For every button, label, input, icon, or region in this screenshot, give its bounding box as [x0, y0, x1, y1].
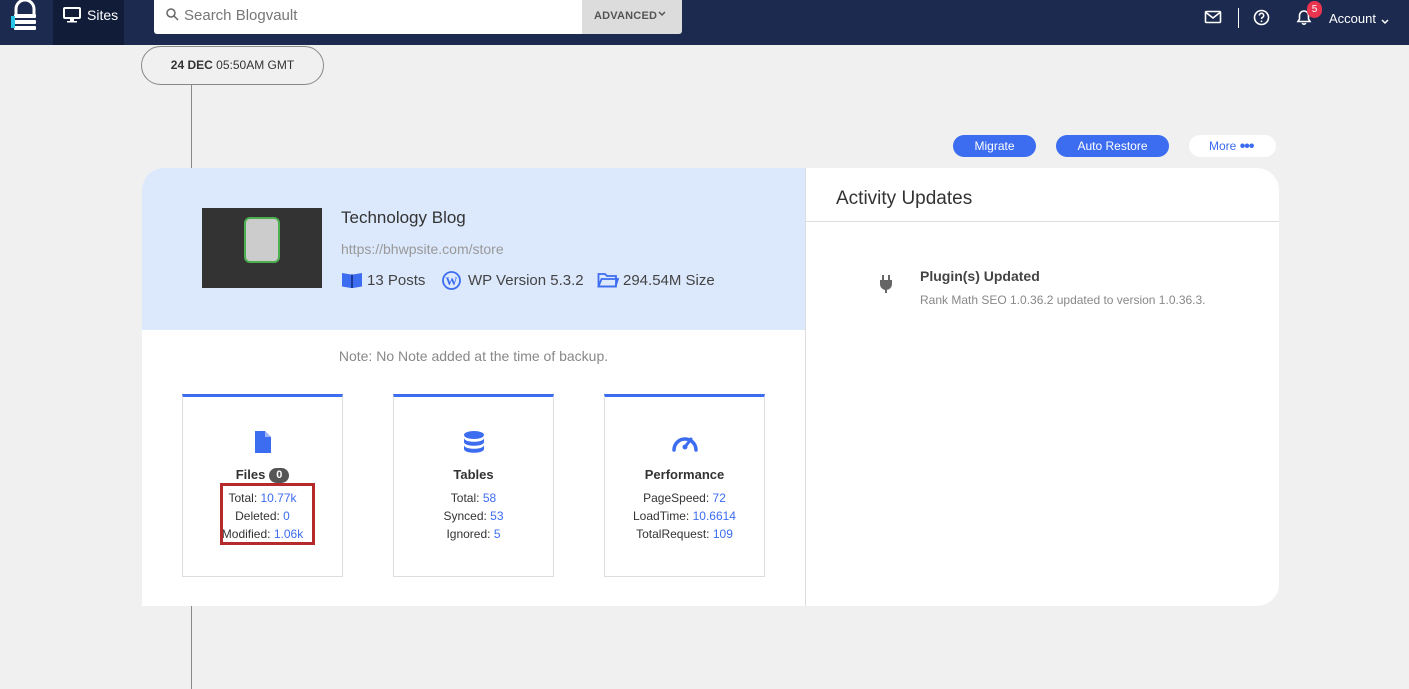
files-title: Files 0	[183, 467, 342, 483]
book-icon	[341, 271, 363, 293]
thumbnail-preview	[244, 217, 280, 263]
performance-stats: PageSpeed: 72 LoadTime: 10.6614 TotalReq…	[605, 489, 764, 543]
notification-count-badge: 5	[1307, 1, 1322, 18]
plug-icon	[878, 274, 894, 299]
loadtime-value[interactable]: 10.6614	[693, 509, 736, 523]
folder-icon	[597, 271, 620, 293]
backup-time: 05:50AM GMT	[216, 58, 295, 72]
pagespeed-value[interactable]: 72	[713, 491, 726, 505]
backup-date-pill[interactable]: 24 DEC 05:50AM GMT	[141, 46, 324, 85]
tables-synced-row: Synced: 53	[394, 507, 553, 525]
tables-ignored-row: Ignored: 5	[394, 525, 553, 543]
pagespeed-row: PageSpeed: 72	[605, 489, 764, 507]
file-icon	[183, 430, 342, 459]
tables-synced-label: Synced:	[443, 509, 487, 523]
chevron-down-icon	[657, 9, 667, 22]
site-title: Technology Blog	[341, 208, 466, 227]
database-icon	[394, 430, 553, 459]
mail-icon[interactable]	[1204, 9, 1222, 30]
backup-card: Technology Blog https://bhwpsite.com/sto…	[142, 168, 1279, 606]
backup-note: Note: No Note added at the time of backu…	[338, 348, 609, 364]
tables-ignored-value[interactable]: 5	[494, 527, 501, 541]
top-navbar: Sites Search Blogvault ADVANCED 5 Accoun…	[0, 0, 1409, 45]
wordpress-icon: W	[442, 271, 461, 294]
advanced-search-button[interactable]: ADVANCED	[582, 0, 682, 34]
pagespeed-label: PageSpeed:	[643, 491, 710, 505]
auto-restore-button[interactable]: Auto Restore	[1056, 135, 1169, 157]
activity-header-divider	[806, 221, 1279, 222]
tables-title: Tables	[453, 467, 494, 482]
performance-stat-card[interactable]: Performance PageSpeed: 72 LoadTime: 10.6…	[604, 394, 765, 577]
annotation-highlight-box	[220, 483, 315, 545]
tables-synced-value[interactable]: 53	[490, 509, 503, 523]
blogvault-logo[interactable]	[8, 0, 46, 36]
performance-title: Performance	[644, 467, 725, 482]
panel-divider	[805, 168, 806, 606]
site-header: Technology Blog https://bhwpsite.com/sto…	[142, 168, 805, 330]
timeline-line	[191, 606, 192, 689]
loadtime-label: LoadTime:	[633, 509, 690, 523]
tables-stat-card[interactable]: Tables Total: 58 Synced: 53 Ignored: 5	[393, 394, 554, 577]
more-label: More	[1209, 139, 1237, 153]
site-url[interactable]: https://bhwpsite.com/store	[341, 241, 504, 257]
totalrequest-row: TotalRequest: 109	[605, 525, 764, 543]
size-label: 294.54M Size	[623, 272, 715, 289]
chevron-down-icon[interactable]	[1380, 14, 1390, 32]
tables-total-row: Total: 58	[394, 489, 553, 507]
activity-updates-title: Activity Updates	[836, 188, 973, 209]
monitor-icon	[63, 7, 81, 26]
files-count-badge: 0	[269, 468, 290, 483]
site-thumbnail[interactable]	[202, 208, 322, 288]
account-menu[interactable]: Account	[1329, 11, 1376, 26]
posts-label: 13 Posts	[367, 272, 426, 289]
loadtime-row: LoadTime: 10.6614	[605, 507, 764, 525]
more-button[interactable]: More •••	[1189, 135, 1276, 157]
advanced-label: ADVANCED	[594, 10, 658, 22]
search-placeholder: Search Blogvault	[184, 7, 298, 24]
tables-total-label: Total:	[450, 491, 480, 505]
timeline-line	[191, 85, 192, 168]
search-icon	[166, 8, 179, 26]
help-icon[interactable]	[1253, 9, 1270, 31]
navbar-divider	[1238, 8, 1239, 28]
activity-item-description: Rank Math SEO 1.0.36.2 updated to versio…	[920, 293, 1206, 307]
totalrequest-label: TotalRequest:	[636, 527, 710, 541]
totalrequest-value[interactable]: 109	[713, 527, 733, 541]
sites-tab[interactable]: Sites	[53, 0, 124, 45]
files-title-label: Files	[235, 467, 266, 482]
wp-version-label: WP Version 5.3.2	[468, 272, 584, 289]
tables-ignored-label: Ignored:	[446, 527, 491, 541]
tables-total-value[interactable]: 58	[483, 491, 496, 505]
svg-text:W: W	[446, 274, 458, 288]
backup-date: 24 DEC	[170, 58, 213, 72]
ellipsis-icon: •••	[1239, 138, 1255, 155]
sites-tab-label: Sites	[87, 7, 119, 23]
migrate-button[interactable]: Migrate	[953, 135, 1036, 157]
search-input[interactable]: Search Blogvault	[154, 0, 582, 34]
tables-stats: Total: 58 Synced: 53 Ignored: 5	[394, 489, 553, 543]
speedometer-icon	[605, 430, 764, 459]
activity-item-heading: Plugin(s) Updated	[920, 268, 1040, 284]
